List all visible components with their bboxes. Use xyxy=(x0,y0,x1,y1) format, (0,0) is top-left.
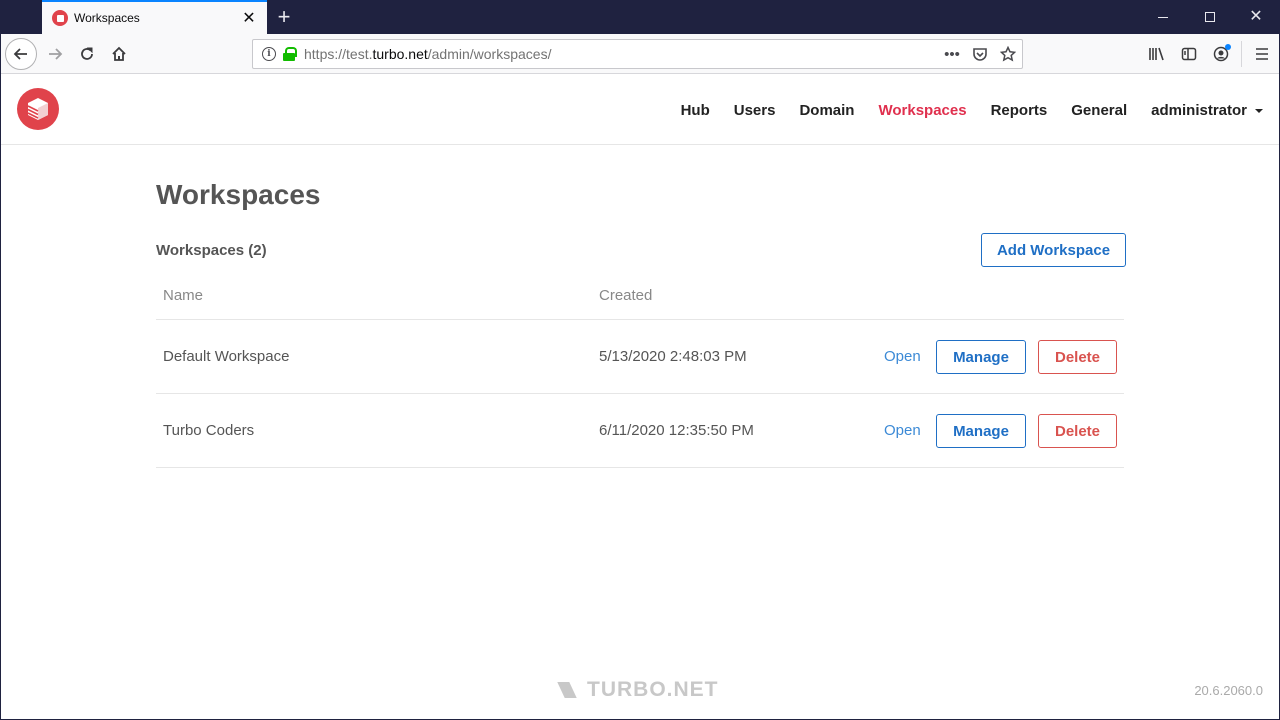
browser-right-tools xyxy=(1141,38,1278,70)
close-tab-icon[interactable]: ✕ xyxy=(239,8,259,28)
address-bar[interactable]: i https://test.turbo.net/admin/workspace… xyxy=(252,39,1023,69)
table-header: Name Created xyxy=(156,280,1124,320)
bookmark-star-icon[interactable] xyxy=(994,40,1022,68)
site-info-icon[interactable]: i xyxy=(262,47,276,61)
nav-general[interactable]: General xyxy=(1071,102,1127,119)
delete-workspace-button[interactable]: Delete xyxy=(1038,340,1117,374)
home-icon[interactable] xyxy=(103,38,135,70)
nav-domain[interactable]: Domain xyxy=(799,102,854,119)
manage-workspace-button[interactable]: Manage xyxy=(936,340,1026,374)
open-workspace-link[interactable]: Open xyxy=(884,422,921,439)
minimize-window-icon[interactable] xyxy=(1140,0,1186,34)
table-row: Default Workspace 5/13/2020 2:48:03 PM O… xyxy=(156,320,1124,394)
turbo-favicon-icon xyxy=(52,10,68,26)
workspace-created: 5/13/2020 2:48:03 PM xyxy=(599,348,747,365)
sidebar-toggle-icon[interactable] xyxy=(1173,38,1205,70)
workspace-created: 6/11/2020 12:35:50 PM xyxy=(599,422,754,439)
page-actions-ellipsis-icon[interactable]: ••• xyxy=(938,40,966,68)
main-nav: Hub Users Domain Workspaces Reports Gene… xyxy=(657,75,1263,145)
column-header-name: Name xyxy=(163,287,204,304)
library-icon[interactable] xyxy=(1141,38,1173,70)
add-workspace-button[interactable]: Add Workspace xyxy=(981,233,1126,267)
caret-down-icon xyxy=(1255,108,1263,113)
browser-window: Workspaces ✕ + ✕ i https://test.turbo.ne… xyxy=(0,0,1280,720)
hamburger-menu-icon[interactable] xyxy=(1246,38,1278,70)
browser-toolbar: i https://test.turbo.net/admin/workspace… xyxy=(1,34,1279,74)
delete-workspace-button[interactable]: Delete xyxy=(1038,414,1117,448)
table-row: Turbo Coders 6/11/2020 12:35:50 PM Open … xyxy=(156,394,1124,468)
app-header: Hub Users Domain Workspaces Reports Gene… xyxy=(1,75,1279,145)
url-text[interactable]: https://test.turbo.net/admin/workspaces/ xyxy=(304,46,938,62)
nav-reports[interactable]: Reports xyxy=(991,102,1048,119)
open-workspace-link[interactable]: Open xyxy=(884,348,921,365)
version-label: 20.6.2060.0 xyxy=(1194,683,1263,698)
turbo-slash-icon xyxy=(557,682,577,698)
maximize-window-icon[interactable] xyxy=(1187,0,1233,34)
footer-brand-logo: TURBO.NET xyxy=(557,678,719,702)
title-bar: Workspaces ✕ + ✕ xyxy=(1,0,1279,34)
browser-tab-workspaces[interactable]: Workspaces ✕ xyxy=(42,0,267,34)
pocket-icon[interactable] xyxy=(966,40,994,68)
user-menu-label: administrator xyxy=(1151,101,1247,119)
workspaces-table: Name Created Default Workspace 5/13/2020… xyxy=(156,280,1124,468)
user-menu[interactable]: administrator xyxy=(1151,102,1263,119)
footer-brand-text: TURBO.NET xyxy=(587,678,719,701)
toolbar-separator xyxy=(1241,41,1242,67)
nav-workspaces[interactable]: Workspaces xyxy=(878,102,966,119)
turbo-logo-icon[interactable] xyxy=(17,88,59,130)
notification-dot xyxy=(1225,44,1231,50)
new-tab-plus-icon[interactable]: + xyxy=(271,4,297,30)
workspace-name: Default Workspace xyxy=(163,348,290,365)
column-header-created: Created xyxy=(599,287,653,304)
tab-title: Workspaces xyxy=(74,11,140,25)
back-arrow-icon[interactable] xyxy=(5,38,37,70)
nav-users[interactable]: Users xyxy=(734,102,776,119)
close-window-icon[interactable]: ✕ xyxy=(1233,0,1279,34)
forward-arrow-icon[interactable] xyxy=(39,38,71,70)
manage-workspace-button[interactable]: Manage xyxy=(936,414,1026,448)
nav-hub[interactable]: Hub xyxy=(681,102,710,119)
page-title: Workspaces xyxy=(156,179,321,210)
secure-lock-icon[interactable] xyxy=(283,47,297,61)
workspace-name: Turbo Coders xyxy=(163,422,255,439)
account-icon[interactable] xyxy=(1205,38,1237,70)
workspaces-count-heading: Workspaces (2) xyxy=(156,242,267,259)
reload-icon[interactable] xyxy=(71,38,103,70)
